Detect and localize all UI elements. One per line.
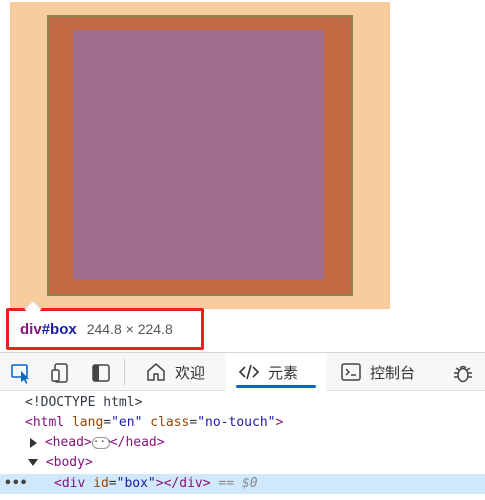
console-icon — [340, 361, 362, 383]
collapsed-ellipsis-icon[interactable]: ··· — [91, 436, 113, 449]
tooltip-dimensions: 244.8 × 224.8 — [86, 321, 173, 337]
html-lang-attr: lang — [71, 415, 104, 430]
expand-triangle-icon[interactable] — [30, 437, 37, 448]
tab-elements-label: 元素 — [268, 363, 299, 382]
dom-head-line[interactable]: <head>···</head> — [0, 433, 485, 453]
more-actions-icon[interactable]: ••• — [4, 474, 27, 494]
tab-welcome[interactable]: 欢迎 — [136, 353, 222, 391]
html-lang-value: "en" — [111, 415, 143, 430]
html-close-bracket: > — [275, 415, 284, 430]
head-close-tag: </head> — [109, 435, 165, 450]
tab-elements[interactable]: 元素 — [226, 353, 326, 391]
devtools-panel: 欢迎 元素 控制台 <!DOCTYPE html> <html lang="en… — [0, 352, 485, 500]
devtools-toolbar: 欢迎 元素 控制台 — [0, 353, 485, 391]
div-close-tag: ></div> — [155, 476, 211, 491]
highlight-content-area — [73, 30, 324, 280]
element-inspect-tooltip: div #box 244.8 × 224.8 — [6, 300, 204, 350]
dom-body-line[interactable]: <body> — [0, 453, 485, 473]
doctype-text: <!DOCTYPE html> — [25, 395, 143, 410]
tooltip-element-id: #box — [41, 320, 77, 338]
div-open-tag: <div — [54, 476, 86, 491]
collapse-triangle-icon[interactable] — [28, 459, 38, 466]
tab-console[interactable]: 控制台 — [330, 353, 440, 391]
device-emulation-icon[interactable] — [50, 362, 72, 384]
dom-html-line[interactable]: <html lang="en" class="no-touch"> — [0, 413, 485, 433]
page-viewport: div #box 244.8 × 224.8 — [0, 0, 485, 352]
toolbar-separator — [124, 359, 125, 385]
home-icon — [145, 361, 167, 383]
tab-console-label: 控制台 — [370, 363, 416, 382]
html-class-value: "no-touch" — [197, 415, 276, 430]
body-open-tag: <body> — [45, 455, 93, 470]
active-tab-indicator — [236, 385, 316, 388]
html-open-tag: <html — [25, 415, 65, 430]
dom-next-line-partial — [0, 494, 485, 500]
div-id-attr: id — [93, 476, 109, 491]
div-id-value: "box" — [116, 476, 156, 491]
inspect-icon[interactable] — [10, 362, 32, 384]
dom-div-line-selected[interactable]: ••• <div id="box"></div> == $0 — [0, 474, 485, 494]
tab-welcome-label: 欢迎 — [175, 363, 206, 382]
html-class-attr: class — [150, 415, 190, 430]
dom-doctype-line[interactable]: <!DOCTYPE html> — [0, 393, 485, 413]
selected-node-marker: == $0 — [218, 476, 258, 491]
bug-icon[interactable] — [452, 362, 474, 384]
tooltip-tag-name: div — [20, 320, 42, 338]
head-open-tag: <head> — [44, 435, 92, 450]
dock-side-icon[interactable] — [90, 362, 112, 384]
code-icon — [238, 361, 260, 383]
